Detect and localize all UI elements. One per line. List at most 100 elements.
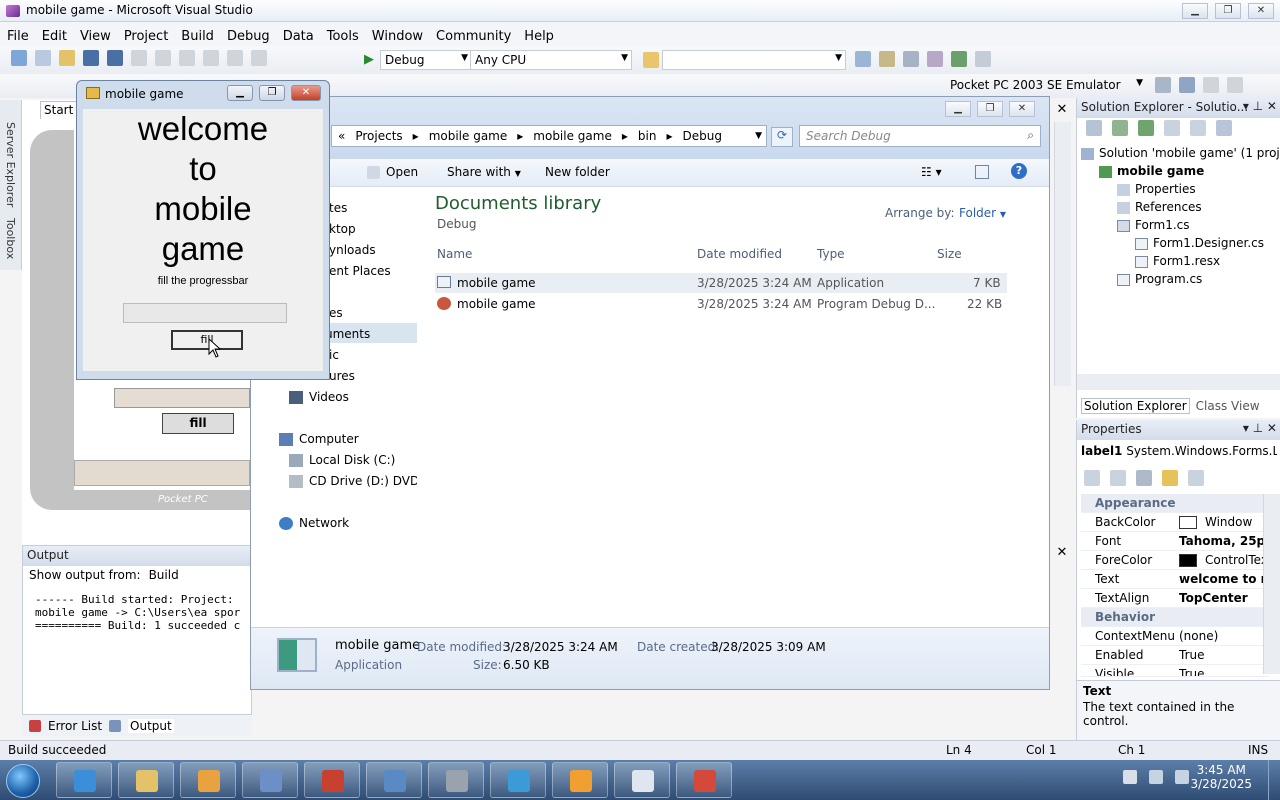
properties-window-icon[interactable] [879, 51, 895, 67]
nav-downloads[interactable]: ynloads [329, 243, 376, 257]
tab-solution-explorer[interactable]: Solution Explorer [1081, 398, 1190, 414]
property-row[interactable]: Text welcome to mc [1081, 570, 1269, 589]
mobile-game-minimize-button[interactable]: ▁ [227, 85, 253, 101]
undo-icon[interactable] [203, 50, 219, 66]
column-size[interactable]: Size [937, 247, 962, 261]
arrange-value[interactable]: Folder ▼ [959, 206, 1006, 220]
properties-object-combo[interactable]: label1 System.Windows.Forms.Lal [1081, 444, 1277, 458]
device-options-icon[interactable] [1179, 77, 1195, 93]
platform-combo[interactable]: Any CPU ▼ [470, 50, 632, 70]
help-icon[interactable]: ? [1011, 163, 1027, 179]
property-row[interactable]: Enabled True [1081, 646, 1269, 665]
mobile-game-maximize-button[interactable]: ❐ [259, 85, 285, 101]
show-desktop-button[interactable] [1268, 760, 1280, 800]
mobile-game-title-bar[interactable]: mobile game ▁ ❐ ✕ [77, 81, 329, 105]
close-output-icon[interactable]: ✕ [1052, 545, 1072, 561]
add-item-icon[interactable] [35, 50, 51, 66]
taskbar-app-button[interactable] [490, 762, 546, 798]
taskbar-app-button[interactable] [366, 762, 422, 798]
save-all-icon[interactable] [107, 50, 123, 66]
start-page-icon[interactable] [951, 51, 967, 67]
find-combo[interactable]: ▼ [662, 50, 846, 70]
taskbar-app-button[interactable] [56, 762, 112, 798]
nav-documents[interactable]: uments [323, 323, 417, 343]
tree-form1-designer[interactable]: Form1.Designer.cs [1135, 236, 1264, 250]
tab-error-list[interactable]: Error List [48, 719, 102, 733]
explorer-maximize-button[interactable]: ❐ [977, 101, 1003, 117]
device-combo[interactable]: Pocket PC 2003 SE Emulator ▼ [946, 76, 1146, 96]
designer-fill-button[interactable]: fill [162, 413, 234, 434]
nav-videos[interactable]: Videos [289, 390, 349, 404]
toolbox-tab[interactable]: Toolbox [4, 218, 17, 259]
format-icon[interactable] [1227, 77, 1243, 93]
minimize-button[interactable]: ▁ [1182, 3, 1208, 19]
taskbar-app-button[interactable] [180, 762, 236, 798]
menu-tools[interactable]: Tools [327, 25, 359, 44]
chevron-down-icon[interactable]: ▼ [755, 131, 762, 141]
designer-progressbar[interactable] [114, 388, 250, 408]
column-date-modified[interactable]: Date modified [697, 247, 782, 261]
breadcrumb-item[interactable]: bin [638, 129, 657, 143]
preview-pane-icon[interactable] [975, 165, 989, 179]
column-type[interactable]: Type [817, 247, 845, 261]
nav-pictures[interactable]: ures [329, 369, 355, 383]
designer-scrollbar[interactable] [1054, 122, 1071, 386]
taskbar-app-button[interactable] [242, 762, 298, 798]
tree-solution[interactable]: Solution 'mobile game' (1 project) [1081, 146, 1280, 160]
nav-cd-drive[interactable]: CD Drive (D:) DVD1 [289, 474, 427, 488]
redo-icon[interactable] [227, 50, 243, 66]
tree-properties[interactable]: Properties [1117, 182, 1196, 196]
address-bar[interactable]: « Projects ▸ mobile game ▸ mobile game ▸ bi… [331, 125, 767, 147]
menu-debug[interactable]: Debug [227, 25, 270, 44]
network-tray-icon[interactable] [1149, 770, 1163, 784]
nav-desktop[interactable]: ktop [329, 222, 356, 236]
nav-recent-places[interactable]: ent Places [329, 264, 391, 278]
share-with-button[interactable]: Share with ▼ [447, 165, 521, 179]
close-document-icon[interactable]: ✕ [1052, 102, 1072, 118]
copy-icon[interactable] [155, 50, 171, 66]
breadcrumb-item[interactable]: Projects [355, 129, 402, 143]
property-row[interactable]: BackColor Window [1081, 513, 1269, 532]
cut-icon[interactable] [131, 50, 147, 66]
taskbar-app-button[interactable] [614, 762, 670, 798]
events-icon[interactable] [1162, 470, 1178, 486]
file-row[interactable]: mobile game 3/28/2025 3:24 AM Program De… [435, 294, 1007, 314]
navigate-icon[interactable] [251, 50, 267, 66]
menu-help[interactable]: Help [524, 25, 554, 44]
property-row[interactable]: TextAlign TopCenter [1081, 589, 1269, 608]
object-browser-icon[interactable] [903, 51, 919, 67]
action-center-icon[interactable] [1123, 770, 1137, 784]
search-input[interactable]: Search Debug ⌕ [799, 125, 1041, 147]
taskbar-app-button[interactable] [304, 762, 360, 798]
close-button[interactable]: ✕ [1248, 3, 1274, 19]
breadcrumb-item[interactable]: Debug [682, 129, 721, 143]
panel-pin-close-icon[interactable]: ▾ ⊥ ✕ [1243, 99, 1277, 113]
file-row[interactable]: mobile game 3/28/2025 3:24 AM Applicatio… [435, 273, 1007, 293]
align-icon[interactable] [1203, 77, 1219, 93]
tab-class-view[interactable]: Class View [1196, 399, 1260, 413]
categorized-icon[interactable] [1084, 470, 1100, 486]
nav-libraries[interactable]: es [329, 306, 343, 320]
panel-pin-close-icon[interactable]: ▾ ⊥ ✕ [1243, 421, 1277, 435]
explorer-close-button[interactable]: ✕ [1009, 101, 1035, 117]
tree-form1[interactable]: Form1.cs [1117, 218, 1190, 232]
property-row[interactable]: Visible True [1081, 665, 1269, 677]
menu-project[interactable]: Project [124, 25, 168, 44]
open-button[interactable]: Open [367, 165, 418, 179]
solution-explorer-icon[interactable] [855, 51, 871, 67]
nav-favorites[interactable]: tes [329, 201, 347, 215]
breadcrumb-item[interactable]: mobile game [429, 129, 508, 143]
menu-build[interactable]: Build [181, 25, 214, 44]
mobile-game-close-button[interactable]: ✕ [291, 85, 321, 101]
save-icon[interactable] [83, 50, 99, 66]
toolbox-icon[interactable] [927, 51, 943, 67]
view-options-icon[interactable]: ☷ ▾ [921, 165, 942, 179]
menu-edit[interactable]: Edit [42, 25, 67, 44]
properties-icon[interactable] [1136, 470, 1152, 486]
taskbar-app-button[interactable] [676, 762, 732, 798]
alphabetical-icon[interactable] [1110, 470, 1126, 486]
property-row[interactable]: ContextMenu (none) [1081, 627, 1269, 646]
menu-data[interactable]: Data [283, 25, 314, 44]
menu-file[interactable]: File [7, 25, 29, 44]
refresh-icon[interactable] [1138, 120, 1154, 136]
